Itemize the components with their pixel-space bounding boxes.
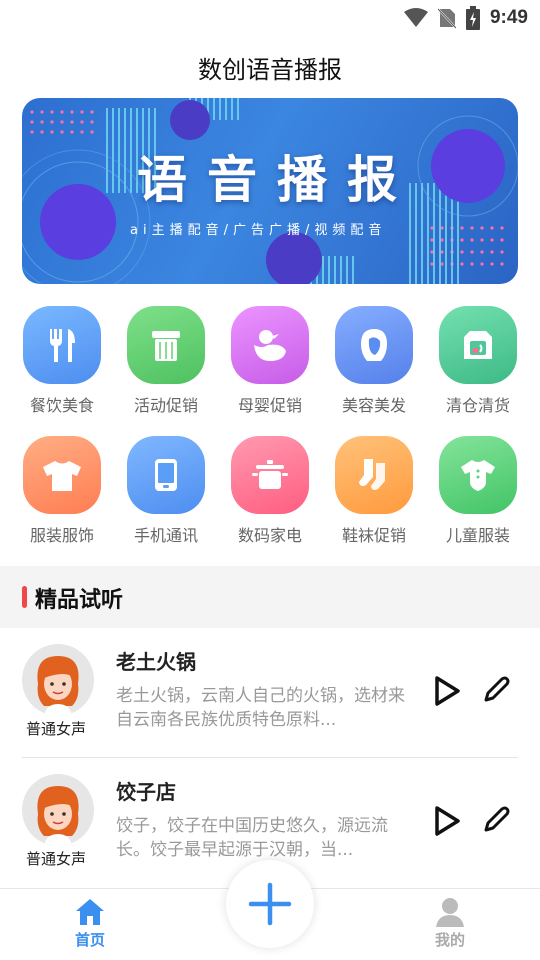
category-kids-clothing[interactable]: 儿童服装	[428, 436, 528, 546]
onesie-icon	[439, 436, 517, 514]
category-beauty[interactable]: 美容美发	[324, 306, 424, 416]
category-promotion[interactable]: 活动促销	[116, 306, 216, 416]
category-clothing[interactable]: 服装服饰	[12, 436, 112, 546]
towel-icon	[127, 306, 205, 384]
user-icon	[436, 898, 464, 927]
nav-home-label: 首页	[74, 931, 105, 949]
category-catering[interactable]: 餐饮美食	[12, 306, 112, 416]
edit-pencil-icon[interactable]	[480, 674, 512, 706]
category-label: 母婴促销	[237, 396, 302, 415]
sock-icon	[335, 436, 413, 514]
category-clearance[interactable]: 清仓清货	[428, 306, 528, 416]
category-label: 活动促销	[133, 396, 198, 415]
nav-mine-label: 我的	[434, 931, 465, 949]
plus-icon	[248, 882, 292, 926]
category-label: 餐饮美食	[29, 396, 94, 415]
box-icon	[439, 306, 517, 384]
add-button[interactable]	[226, 860, 314, 948]
item-description: 饺子，饺子在中国历史悠久，源远流长。饺子最早起源于汉朝，当...	[116, 816, 388, 860]
item-description: 老土火锅，云南人自己的火锅，选材来自云南各民族优质特色原料...	[116, 686, 405, 730]
category-appliances[interactable]: 数码家电	[220, 436, 320, 546]
wifi-icon	[403, 8, 428, 27]
category-label: 服装服饰	[29, 526, 94, 545]
section-accent-bar	[22, 586, 27, 608]
avatar	[22, 774, 94, 846]
nav-mine-tab[interactable]: 我的	[420, 897, 480, 950]
home-icon	[76, 899, 104, 925]
tshirt-icon	[23, 436, 101, 514]
avatar	[22, 644, 94, 716]
category-label: 清仓清货	[445, 396, 510, 415]
no-sim-icon	[437, 8, 456, 29]
list-item[interactable]: 普通女声 老土火锅 老土火锅，云南人自己的火锅，选材来自云南各民族优质特色原料.…	[0, 628, 540, 758]
category-label: 美容美发	[341, 396, 406, 415]
category-mobile[interactable]: 手机通讯	[116, 436, 216, 546]
play-icon[interactable]	[432, 804, 462, 838]
voice-type-label: 普通女声	[25, 850, 86, 868]
category-label: 鞋袜促销	[341, 526, 406, 545]
duck-icon	[231, 306, 309, 384]
pot-icon	[231, 436, 309, 514]
phone-icon	[127, 436, 205, 514]
category-label: 手机通讯	[133, 526, 198, 545]
page-title: 数创语音播报	[198, 56, 342, 84]
category-label: 儿童服装	[445, 526, 510, 545]
item-title: 饺子店	[116, 780, 176, 804]
category-shoes-socks[interactable]: 鞋袜促销	[324, 436, 424, 546]
status-bar: 9:49	[0, 0, 540, 36]
fork-knife-icon	[23, 306, 101, 384]
section-title: 精品试听	[35, 588, 124, 613]
battery-charging-icon	[465, 6, 480, 30]
section-header: 精品试听	[0, 566, 540, 628]
item-title: 老土火锅	[116, 650, 196, 674]
clock-time: 9:49	[489, 7, 528, 28]
promo-banner[interactable]: 语音播报 ai主播配音/广告广播/视频配音	[22, 98, 518, 284]
banner-subtitle: ai主播配音/广告广播/视频配音	[130, 223, 387, 238]
banner-title: 语音播报	[137, 151, 417, 209]
play-icon[interactable]	[432, 674, 462, 708]
category-label: 数码家电	[237, 526, 302, 545]
woman-face-icon	[335, 306, 413, 384]
nav-home-tab[interactable]: 首页	[60, 897, 120, 950]
voice-type-label: 普通女声	[25, 720, 86, 738]
category-maternity[interactable]: 母婴促销	[220, 306, 320, 416]
edit-pencil-icon[interactable]	[480, 804, 512, 836]
